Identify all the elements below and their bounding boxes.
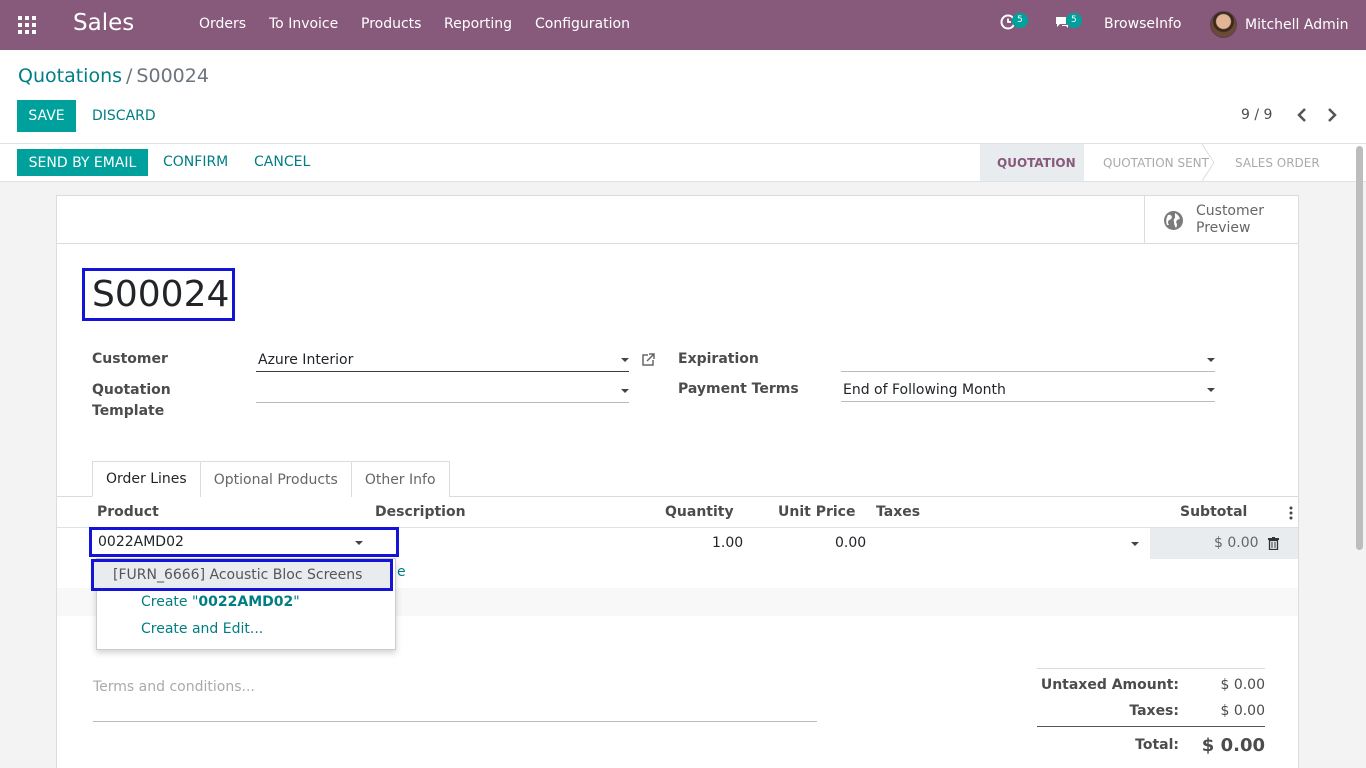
chevron-down-icon[interactable] — [621, 358, 629, 362]
stage-progress: QUOTATION QUOTATION SENT SALES ORDER — [980, 144, 1334, 181]
activity-menu[interactable]: 5 — [1000, 13, 1028, 30]
apps-menu-icon[interactable] — [18, 16, 36, 34]
messages-badge: 5 — [1066, 13, 1082, 28]
taxes-dropdown-icon[interactable] — [1131, 542, 1139, 546]
breadcrumb-separator: / — [126, 65, 133, 87]
top-navbar: Sales Orders To Invoice Products Reporti… — [0, 0, 1366, 50]
menu-reporting[interactable]: Reporting — [444, 16, 512, 32]
button-box: Customer Preview — [57, 196, 1298, 244]
chevron-down-icon[interactable] — [1207, 358, 1215, 362]
form-sheet: Customer Preview S00024 Customer Azure I… — [56, 195, 1299, 768]
scrollbar[interactable] — [1356, 146, 1363, 550]
customer-label: Customer — [92, 351, 168, 367]
discard-button[interactable]: DISCARD — [92, 108, 156, 124]
notebook-tabs: Order Lines Optional Products Other Info — [92, 461, 450, 497]
stage-quotation[interactable]: QUOTATION — [980, 144, 1084, 181]
tab-optional-products[interactable]: Optional Products — [199, 461, 352, 497]
menu-products[interactable]: Products — [361, 16, 421, 32]
create-prefix: Create " — [141, 594, 199, 610]
expiration-label: Expiration — [678, 351, 759, 367]
product-autocomplete-dropdown: [FURN_6666] Acoustic Bloc Screens Create… — [91, 558, 396, 650]
terms-conditions-input[interactable]: Terms and conditions... — [93, 672, 817, 722]
breadcrumb: Quotations / S00024 — [18, 65, 209, 87]
chevron-down-icon[interactable] — [355, 541, 363, 545]
send-by-email-button[interactable]: SEND BY EMAIL — [17, 149, 148, 176]
tab-other-info[interactable]: Other Info — [350, 461, 450, 497]
customer-value: Azure Interior — [258, 352, 354, 368]
status-bar: SEND BY EMAIL CONFIRM CANCEL QUOTATION Q… — [0, 144, 1366, 182]
chevron-down-icon[interactable] — [621, 389, 629, 393]
payment-terms-value: End of Following Month — [843, 382, 1006, 398]
subtotal-cell: $ 0.00 — [1150, 528, 1298, 559]
menu-to-invoice[interactable]: To Invoice — [269, 16, 338, 32]
create-term: 0022AMD02 — [198, 594, 294, 610]
quantity-cell[interactable]: 1.00 — [712, 535, 743, 551]
autocomplete-create[interactable]: Create "0022AMD02" — [141, 594, 300, 610]
customer-preview-label-2: Preview — [1196, 220, 1251, 236]
quotation-template-label-1: Quotation — [92, 382, 171, 398]
quotation-template-label-2: Template — [92, 403, 165, 419]
customer-preview-button[interactable]: Customer Preview — [1144, 196, 1298, 244]
menu-configuration[interactable]: Configuration — [535, 16, 630, 32]
column-subtotal[interactable]: Subtotal — [1180, 504, 1247, 520]
autocomplete-create-edit[interactable]: Create and Edit... — [141, 621, 263, 637]
control-panel: Quotations / S00024 SAVE DISCARD 9 / 9 — [0, 50, 1366, 144]
total-label: Total: — [1135, 737, 1179, 753]
breadcrumb-current: S00024 — [136, 65, 209, 87]
customer-preview-label-1: Customer — [1196, 203, 1265, 219]
trash-icon[interactable] — [1268, 537, 1279, 550]
customer-field[interactable]: Azure Interior — [256, 349, 629, 372]
breadcrumb-quotations[interactable]: Quotations — [18, 65, 122, 87]
payment-terms-field[interactable]: End of Following Month — [841, 379, 1215, 402]
activity-badge: 5 — [1012, 13, 1028, 28]
untaxed-amount-label: Untaxed Amount: — [1040, 677, 1179, 693]
confirm-button[interactable]: CONFIRM — [163, 154, 228, 170]
stage-sales-order[interactable]: SALES ORDER — [1214, 144, 1334, 181]
column-description[interactable]: Description — [375, 504, 466, 520]
column-unit-price[interactable]: Unit Price — [778, 504, 855, 520]
tab-order-lines[interactable]: Order Lines — [92, 461, 201, 497]
pager-previous-button[interactable] — [1295, 106, 1313, 124]
external-link-icon[interactable] — [641, 353, 655, 367]
quotation-template-field[interactable] — [256, 380, 629, 403]
payment-terms-label: Payment Terms — [678, 381, 799, 397]
column-taxes[interactable]: Taxes — [876, 504, 920, 520]
optional-columns-icon[interactable] — [1288, 506, 1294, 520]
product-input[interactable]: 0022AMD02 — [89, 527, 399, 557]
totals-divider-top — [1037, 668, 1265, 669]
totals-divider — [1037, 726, 1265, 727]
column-quantity[interactable]: Quantity — [665, 504, 734, 520]
pager-value[interactable]: 9 / 9 — [1241, 107, 1272, 123]
pager-next-button[interactable] — [1325, 106, 1343, 124]
unit-price-cell[interactable]: 0.00 — [835, 535, 866, 551]
untaxed-amount-value: $ 0.00 — [1220, 677, 1265, 693]
save-button[interactable]: SAVE — [17, 100, 76, 132]
cancel-button[interactable]: CANCEL — [254, 154, 310, 170]
product-input-value: 0022AMD02 — [98, 534, 184, 550]
user-menu[interactable]: Mitchell Admin — [1210, 11, 1349, 38]
chevron-right-icon — [1328, 108, 1337, 122]
globe-icon — [1164, 210, 1183, 230]
messaging-menu[interactable]: 5 — [1054, 13, 1082, 30]
chevron-down-icon[interactable] — [1207, 388, 1215, 392]
total-value: $ 0.00 — [1201, 735, 1265, 756]
subtotal-value: $ 0.00 — [1214, 535, 1259, 551]
user-name: Mitchell Admin — [1245, 16, 1349, 33]
add-line-link-partial[interactable]: e — [397, 564, 406, 580]
menu-orders[interactable]: Orders — [199, 16, 246, 32]
stage-quotation-sent[interactable]: QUOTATION SENT — [1084, 144, 1214, 181]
autocomplete-option-match[interactable]: [FURN_6666] Acoustic Bloc Screens — [91, 559, 393, 591]
quotation-template-label: Quotation Template — [92, 380, 171, 422]
chevron-left-icon — [1297, 108, 1306, 122]
document-name: S00024 — [82, 268, 235, 321]
avatar — [1210, 11, 1237, 38]
column-product[interactable]: Product — [97, 504, 159, 520]
expiration-field[interactable] — [841, 349, 1215, 372]
taxes-value: $ 0.00 — [1220, 703, 1265, 719]
app-name[interactable]: Sales — [73, 10, 134, 36]
company-switcher[interactable]: BrowseInfo — [1104, 16, 1181, 32]
create-suffix: " — [293, 594, 300, 610]
taxes-label: Taxes: — [1129, 703, 1179, 719]
